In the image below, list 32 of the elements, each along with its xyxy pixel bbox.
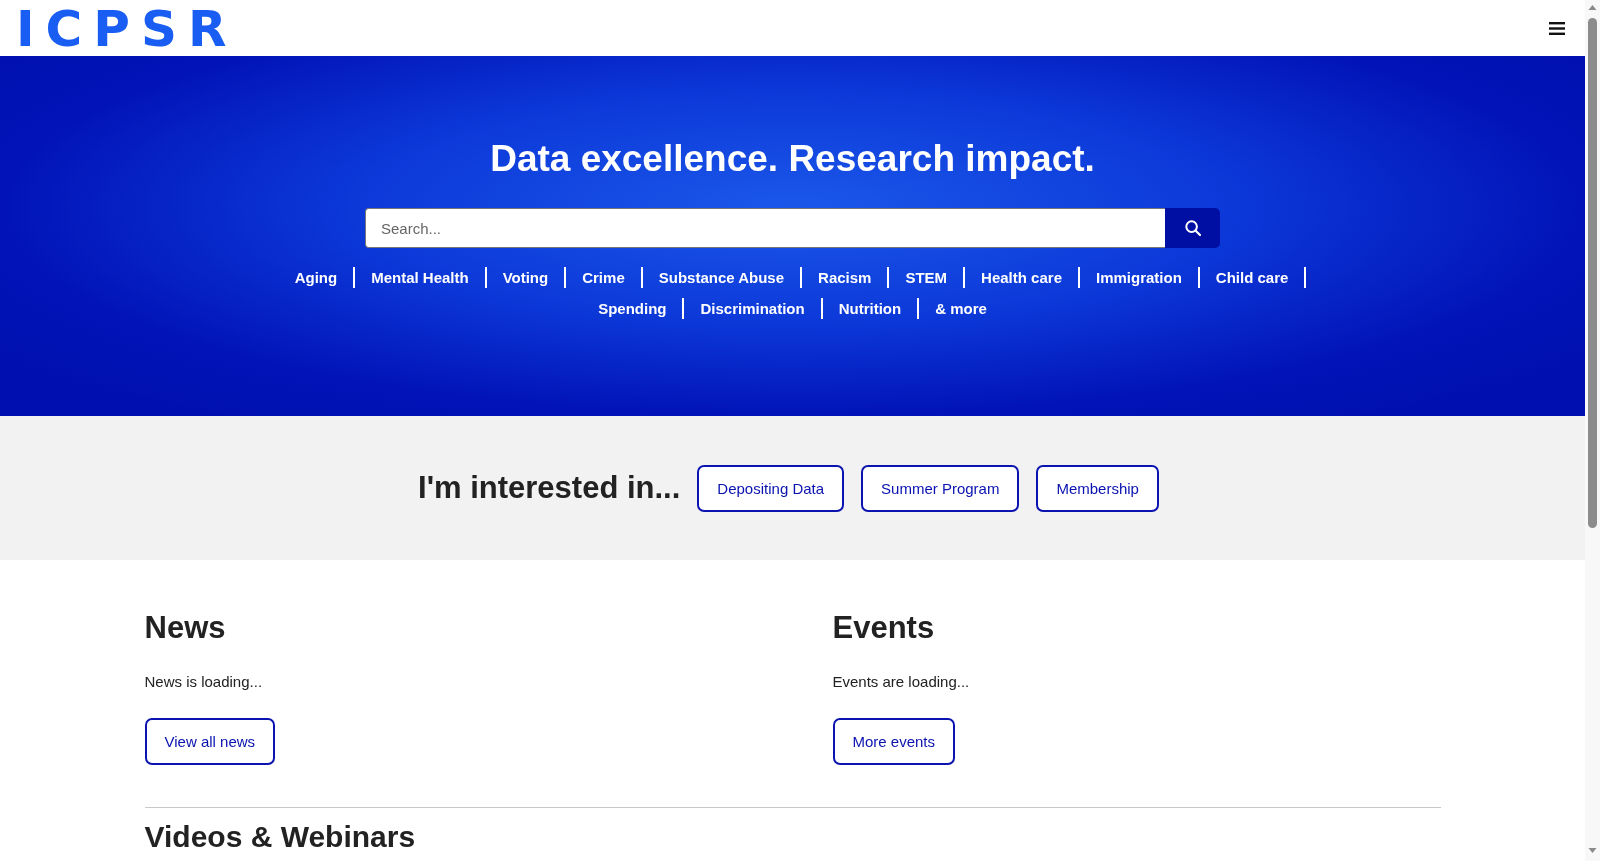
topic-link[interactable]: Immigration (1079, 269, 1198, 286)
topic-link[interactable]: Voting (486, 269, 565, 286)
topic-link[interactable]: & more (919, 300, 1003, 317)
hero-title: Data excellence. Research impact. (490, 137, 1095, 180)
site-logo[interactable]: ICPSR (16, 7, 238, 49)
topic-link[interactable]: Child care (1199, 269, 1305, 286)
search-button[interactable] (1165, 208, 1220, 248)
topic-link[interactable]: Crime (566, 269, 641, 286)
section-button[interactable]: More events (832, 718, 956, 765)
topic-link[interactable]: Nutrition (822, 300, 918, 317)
interest-button[interactable]: Summer Program (861, 464, 1020, 512)
section-heading: News (144, 609, 226, 647)
topic-link[interactable]: Substance Abuse (642, 269, 801, 286)
topic-link[interactable]: Racism (802, 269, 888, 286)
interest-button[interactable]: Membership (1036, 464, 1159, 512)
menu-icon[interactable] (1549, 21, 1565, 35)
section-button[interactable]: View all news (144, 718, 276, 765)
topic-link[interactable]: Aging (278, 269, 354, 286)
interests-heading: I'm interested in... (418, 470, 681, 506)
interest-button[interactable]: Depositing Data (697, 464, 845, 512)
loading-text: News is loading... (144, 672, 263, 692)
search-field[interactable]: Search... (365, 208, 1165, 248)
topic-link[interactable]: Health care (965, 269, 1078, 286)
topic-link[interactable]: Discrimination (684, 300, 821, 317)
section-heading: Videos & Webinars (144, 820, 416, 854)
search-icon (1184, 220, 1201, 236)
scrollbar[interactable] (1585, 0, 1600, 861)
topic-link[interactable]: STEM (889, 269, 964, 286)
loading-text: Events are loading... (832, 672, 970, 692)
topic-link[interactable]: Spending (582, 300, 683, 317)
topic-link[interactable]: Mental Health (355, 269, 485, 286)
section-heading: Events (832, 609, 935, 647)
